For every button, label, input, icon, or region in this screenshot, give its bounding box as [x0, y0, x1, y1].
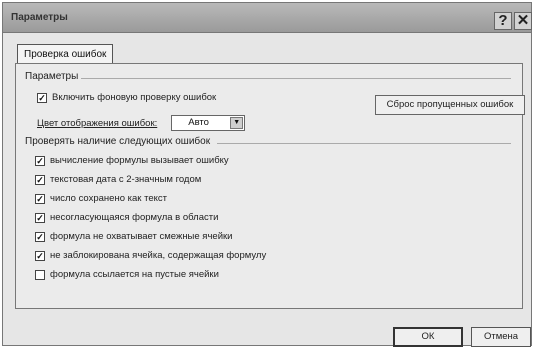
indicator-color-row: Цвет отображения ошибок: Авто ▼ [37, 115, 246, 131]
rule-checkbox[interactable]: ✓ [35, 250, 45, 261]
rule-checkbox[interactable]: ✓ [35, 231, 45, 242]
rule-label: число сохранено как текст [50, 193, 167, 204]
window-title: Параметры [11, 12, 68, 23]
cancel-button[interactable]: Отмена [471, 327, 531, 347]
settings-divider [81, 78, 511, 79]
rule-checkbox[interactable]: ✓ [35, 193, 45, 204]
rule-item[interactable]: ✓ несогласующаяся формула в области [35, 212, 218, 223]
rule-item[interactable]: ✓ текстовая дата с 2-значным годом [35, 174, 201, 185]
rule-checkbox[interactable]: ✓ [35, 174, 45, 185]
rule-label: формула ссылается на пустые ячейки [50, 269, 219, 280]
background-check-option[interactable]: ✓ Включить фоновую проверку ошибок [37, 92, 216, 103]
reset-ignored-errors-button[interactable]: Сброс пропущенных ошибок [375, 95, 525, 115]
indicator-color-value: Авто [188, 117, 209, 128]
background-check-checkbox[interactable]: ✓ [37, 92, 47, 103]
help-button[interactable]: ? [494, 12, 512, 30]
ok-button[interactable]: ОК [393, 327, 463, 347]
rule-label: не заблокирована ячейка, содержащая форм… [50, 250, 267, 261]
rule-item[interactable]: формула ссылается на пустые ячейки [35, 269, 219, 280]
rule-label: вычисление формулы вызывает ошибку [50, 155, 229, 166]
rule-item[interactable]: ✓ вычисление формулы вызывает ошибку [35, 155, 229, 166]
chevron-down-icon[interactable]: ▼ [230, 117, 244, 129]
rules-divider [217, 143, 511, 144]
rule-item[interactable]: ✓ не заблокирована ячейка, содержащая фо… [35, 250, 266, 261]
tab-error-checking[interactable]: Проверка ошибок [17, 44, 114, 64]
indicator-color-label: Цвет отображения ошибок: [37, 117, 158, 129]
rule-item[interactable]: ✓ формула не охватывает смежные ячейки [35, 231, 232, 242]
rule-label: несогласующаяся формула в области [50, 212, 219, 223]
options-dialog: Параметры ? ✕ Проверка ошибок Параметры … [2, 2, 532, 347]
background-check-label: Включить фоновую проверку ошибок [52, 92, 217, 103]
close-button[interactable]: ✕ [514, 12, 532, 30]
rule-checkbox-unchecked[interactable] [35, 269, 45, 280]
rule-checkbox[interactable]: ✓ [35, 212, 45, 223]
settings-heading: Параметры [25, 71, 79, 82]
rule-label: текстовая дата с 2-значным годом [50, 174, 202, 185]
title-bar[interactable]: Параметры ? ✕ [3, 3, 532, 33]
rule-item[interactable]: ✓ число сохранено как текст [35, 193, 167, 204]
rule-label: формула не охватывает смежные ячейки [50, 231, 233, 242]
close-icon: ✕ [516, 12, 530, 29]
rules-heading: Проверять наличие следующих ошибок [25, 136, 211, 147]
rule-checkbox[interactable]: ✓ [35, 155, 45, 166]
help-icon: ? [498, 12, 508, 29]
indicator-color-select[interactable]: Авто ▼ [171, 115, 246, 131]
